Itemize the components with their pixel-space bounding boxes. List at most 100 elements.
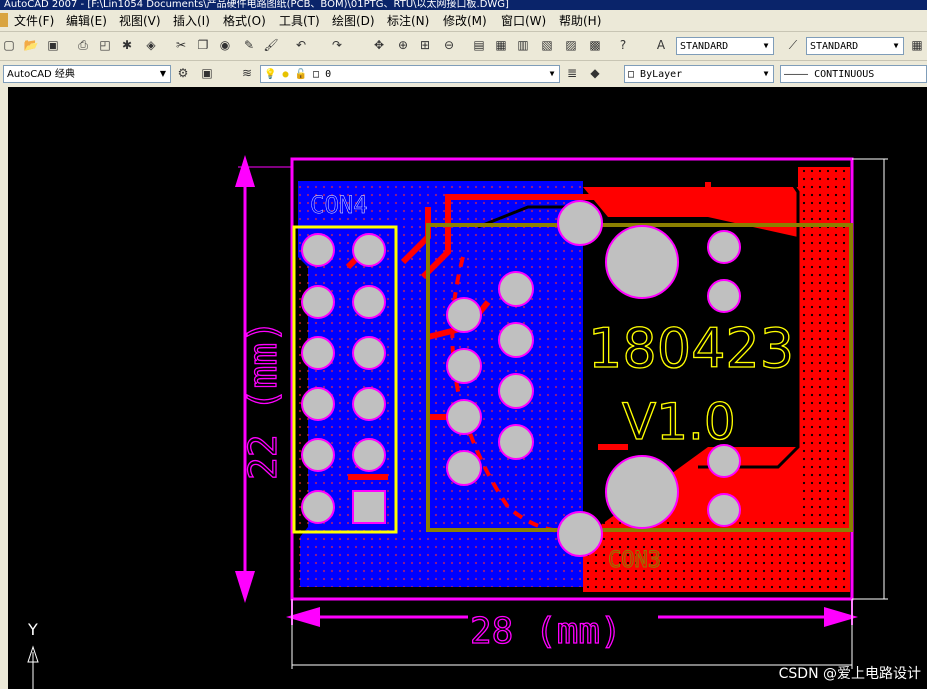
chevron-down-icon: ▼ <box>763 41 769 50</box>
lock-icon: 🔓 <box>294 69 307 80</box>
layer-color-swatch: □ <box>313 69 320 80</box>
save-icon[interactable]: ▣ <box>44 36 62 54</box>
pad <box>301 387 335 421</box>
shield-pad <box>557 511 603 557</box>
brush-icon[interactable]: 🖌 <box>262 36 280 54</box>
drawing-canvas[interactable]: CON4 CON3 180423 V1.0 22 (mm) 28 (mm) Y <box>8 87 927 689</box>
layers-toolbar: AutoCAD 经典 ▼ ⚙ ▣ ≋ 💡 ● 🔓 □ 0 ▼ ≣ ◆ □ ByLa… <box>0 61 927 88</box>
pad <box>301 233 335 267</box>
pad <box>498 373 534 409</box>
menu-window[interactable]: 窗口(W) <box>501 12 546 29</box>
table-style-icon[interactable]: ▦ <box>908 36 926 54</box>
menu-view[interactable]: 视图(V) <box>119 12 161 29</box>
chevron-down-icon: ▼ <box>159 69 167 78</box>
color-select[interactable]: □ ByLayer ▼ <box>624 65 774 83</box>
chevron-down-icon: ▼ <box>763 69 769 78</box>
watermark: CSDN @爱上电路设计 <box>778 666 921 682</box>
pad <box>352 438 386 472</box>
copy-icon[interactable]: ❐ <box>194 36 212 54</box>
con4-label: CON4 <box>310 191 368 219</box>
help-icon[interactable]: ? <box>614 36 632 54</box>
match-icon[interactable]: ✎ <box>240 36 258 54</box>
dim-style-select[interactable]: STANDARD ▼ <box>806 37 904 55</box>
dim-style-icon[interactable]: ⟋ <box>784 36 802 54</box>
pad <box>352 387 386 421</box>
led-pad <box>707 493 741 527</box>
chevron-down-icon: ▼ <box>893 41 899 50</box>
pad <box>446 399 482 435</box>
zoom-realtime-icon[interactable]: ⊕ <box>394 36 412 54</box>
chevron-down-icon: ▼ <box>549 69 555 78</box>
ucs-y-label: Y <box>27 620 38 639</box>
mount-hole <box>605 455 679 529</box>
menu-bar: 文件(F) 编辑(E) 视图(V) 插入(I) 格式(O) 工具(T) 绘图(D… <box>0 10 927 32</box>
zoom-window-icon[interactable]: ⊞ <box>416 36 434 54</box>
tool-palette-icon[interactable]: ▥ <box>514 36 532 54</box>
date-label: 180423 <box>588 317 794 380</box>
pad <box>352 336 386 370</box>
pad <box>446 450 482 486</box>
menu-file[interactable]: 文件(F) <box>14 12 54 29</box>
new-icon[interactable]: ▢ <box>0 36 18 54</box>
calc-icon[interactable]: ▩ <box>586 36 604 54</box>
pad <box>498 271 534 307</box>
menu-draw[interactable]: 绘图(D) <box>332 12 375 29</box>
layer-select[interactable]: 💡 ● 🔓 □ 0 ▼ <box>260 65 560 83</box>
publish-icon[interactable]: ✱ <box>118 36 136 54</box>
design-center-icon[interactable]: ▦ <box>492 36 510 54</box>
undo-icon[interactable]: ↶ <box>292 36 310 54</box>
paste-icon[interactable]: ◉ <box>216 36 234 54</box>
width-dim-text: 28 (mm) <box>470 611 622 652</box>
preview-icon[interactable]: ◰ <box>96 36 114 54</box>
menu-dimension[interactable]: 标注(N) <box>387 12 429 29</box>
sun-icon: ● <box>282 69 289 80</box>
open-icon[interactable]: 📂 <box>22 36 40 54</box>
linetype-select[interactable]: ———— CONTINUOUS <box>780 65 927 83</box>
menu-modify[interactable]: 修改(M) <box>443 12 487 29</box>
pcb-drawing: CON4 CON3 180423 V1.0 22 (mm) 28 (mm) Y <box>27 155 888 689</box>
arrow-down-icon <box>235 571 255 603</box>
cut-icon[interactable]: ✂ <box>172 36 190 54</box>
pan-icon[interactable]: ✥ <box>370 36 388 54</box>
menu-tools[interactable]: 工具(T) <box>279 12 320 29</box>
con3-label: CON3 <box>608 548 661 573</box>
linetype-sample: ———— <box>784 69 815 80</box>
app-icon[interactable] <box>0 13 8 27</box>
layer-state-icon[interactable]: ≣ <box>563 64 581 82</box>
markup-icon[interactable]: ▨ <box>562 36 580 54</box>
pad <box>352 285 386 319</box>
lightbulb-icon: 💡 <box>264 69 277 80</box>
pad-square <box>352 490 386 524</box>
sheetset-icon[interactable]: ▧ <box>538 36 556 54</box>
title-bar: AutoCAD 2007 - [F:\Lin1054 Documents\产品硬… <box>0 0 927 10</box>
menu-help[interactable]: 帮助(H) <box>559 12 601 29</box>
pad <box>446 348 482 384</box>
redo-icon[interactable]: ↷ <box>328 36 346 54</box>
menu-edit[interactable]: 编辑(E) <box>66 12 107 29</box>
led-pad <box>707 230 741 264</box>
pad <box>352 233 386 267</box>
led-pad <box>707 279 741 313</box>
pad <box>301 490 335 524</box>
layer-previous-icon[interactable]: ◆ <box>586 64 604 82</box>
color-swatch: □ <box>628 69 641 80</box>
menu-format[interactable]: 格式(O) <box>223 12 266 29</box>
workspace-settings-icon[interactable]: ⚙ <box>174 64 192 82</box>
text-style-select[interactable]: STANDARD ▼ <box>676 37 774 55</box>
workspace-save-icon[interactable]: ▣ <box>198 64 216 82</box>
workspace-select[interactable]: AutoCAD 经典 ▼ <box>3 65 171 83</box>
shield-pad <box>557 200 603 246</box>
properties-icon[interactable]: ▤ <box>470 36 488 54</box>
layer-manager-icon[interactable]: ≋ <box>238 64 256 82</box>
pad <box>498 322 534 358</box>
pad <box>301 285 335 319</box>
version-label: V1.0 <box>622 393 736 451</box>
window-title: AutoCAD 2007 - [F:\Lin1054 Documents\产品硬… <box>4 0 509 10</box>
menu-insert[interactable]: 插入(I) <box>173 12 210 29</box>
print-icon[interactable]: ⎙ <box>74 36 92 54</box>
pad <box>301 336 335 370</box>
zoom-prev-icon[interactable]: ⊖ <box>440 36 458 54</box>
3d-icon[interactable]: ◈ <box>142 36 160 54</box>
height-dim-text: 22 (mm) <box>241 320 285 480</box>
text-style-icon[interactable]: A <box>652 36 670 54</box>
